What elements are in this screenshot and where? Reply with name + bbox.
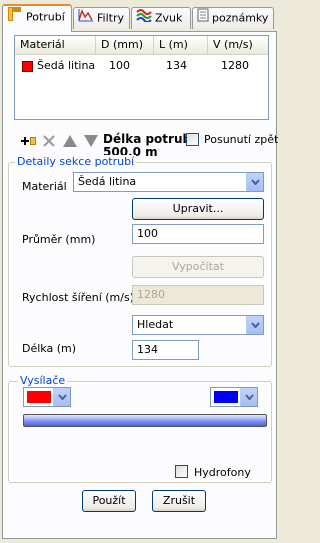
right-transmitter-color-select[interactable] [210, 387, 258, 407]
left-color-chip [27, 391, 51, 403]
column-header[interactable]: V (m/s) [208, 36, 268, 54]
chevron-down-icon[interactable] [246, 316, 263, 334]
chevron-down-icon[interactable] [246, 173, 263, 191]
move-up-icon[interactable] [62, 133, 78, 149]
edit-material-button[interactable]: Upravit... [132, 198, 264, 220]
length-input[interactable]: 134 [132, 340, 199, 360]
pipe-graphic-bar [23, 414, 267, 427]
tab-potrubi[interactable]: Potrubí [2, 4, 72, 32]
right-color-chip [214, 391, 238, 403]
hydrophones-checkbox[interactable] [175, 465, 188, 478]
move-down-icon[interactable] [83, 133, 99, 149]
left-transmitter-color-select[interactable] [23, 387, 71, 407]
tab-zvuk[interactable]: Zvuk [131, 7, 191, 29]
shift-back-checkbox[interactable] [186, 133, 199, 146]
material-color-swatch [22, 60, 33, 72]
tab-label: Filtry [97, 11, 124, 25]
sound-wave-icon [136, 8, 152, 29]
tab-label: poznámky [212, 11, 269, 25]
shift-back-label: Posunutí zpět [204, 133, 279, 146]
material-select[interactable]: Šedá litina [73, 172, 264, 192]
section-details-legend: Detaily sekce potrubí [15, 155, 137, 168]
chevron-down-icon[interactable] [240, 388, 257, 406]
material-label: Materiál [22, 180, 67, 193]
list-header: Materiál D (mm) L (m) V (m/s) [15, 36, 268, 55]
tab-filtry[interactable]: Filtry [73, 7, 130, 29]
add-section-icon[interactable] [20, 133, 36, 149]
propagation-speed-input[interactable]: 1280 [132, 285, 264, 305]
compute-button[interactable]: Vypočítat [132, 256, 264, 278]
chevron-down-icon[interactable] [53, 388, 70, 406]
tab-poznamky[interactable]: poznámky [192, 7, 274, 29]
tab-label: Potrubí [26, 10, 65, 24]
diameter-input[interactable]: 100 [132, 224, 264, 244]
apply-button[interactable]: Použít [82, 490, 136, 512]
list-item[interactable]: Šedá litina [22, 58, 95, 74]
pipe-section-list[interactable]: Materiál D (mm) L (m) V (m/s) Šedá litin… [14, 35, 269, 120]
notes-icon [197, 8, 209, 29]
cancel-button[interactable]: Zrušit [152, 490, 206, 512]
tab-strip: Potrubí Filtry Zvuk poznámky [0, 0, 279, 32]
diameter-label: Průměr (mm) [22, 233, 96, 246]
filter-chart-icon [78, 8, 94, 29]
list-cell-speed: 1280 [221, 59, 249, 72]
pipe-icon [7, 6, 23, 29]
length-label: Délka (m) [22, 342, 77, 355]
material-select-value: Šedá litina [78, 175, 137, 188]
list-cell-diameter: 100 [109, 59, 130, 72]
search-mode-value: Hledat [137, 318, 174, 331]
search-mode-select[interactable]: Hledat [132, 315, 264, 335]
list-cell-material: Šedá litina [37, 59, 96, 72]
transmitters-legend: Vysílače [18, 374, 68, 387]
column-header[interactable]: D (mm) [96, 36, 154, 54]
column-header[interactable]: L (m) [154, 36, 208, 54]
column-header[interactable]: Materiál [15, 36, 96, 54]
tab-label: Zvuk [155, 11, 183, 25]
hydrophones-label: Hydrofony [194, 466, 251, 479]
delete-icon[interactable] [41, 133, 57, 149]
propagation-speed-label: Rychlost šíření (m/s) [22, 291, 134, 304]
list-cell-length: 134 [166, 59, 187, 72]
